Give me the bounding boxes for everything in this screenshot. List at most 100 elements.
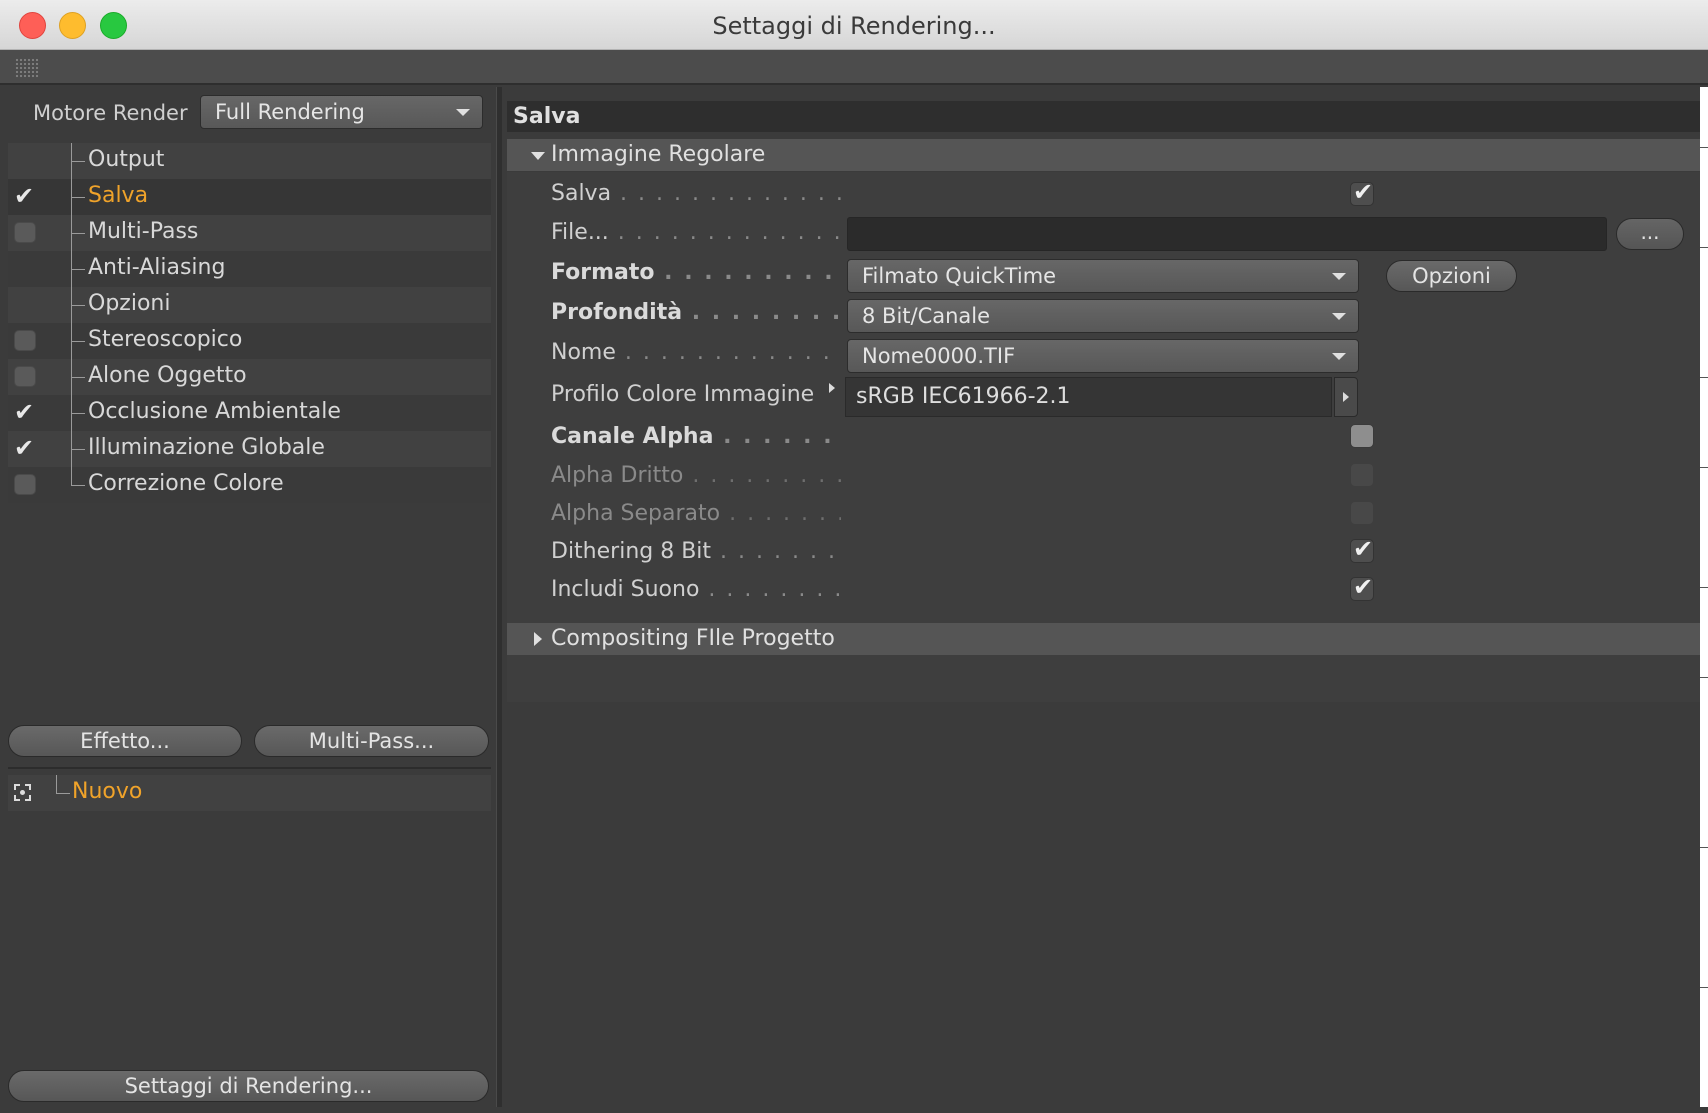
tree-item-salva[interactable]: ✔ Salva xyxy=(8,179,491,215)
expand-arrow-icon[interactable] xyxy=(829,383,835,393)
canale-alpha-checkbox[interactable] xyxy=(1350,424,1374,448)
includi-suono-checkbox[interactable]: ✔ xyxy=(1350,573,1374,601)
divider xyxy=(8,767,491,769)
dithering-checkbox[interactable]: ✔ xyxy=(1350,535,1374,563)
settings-tree: Output ✔ Salva Multi-Pass Anti-Aliasing Opzio… xyxy=(8,143,491,503)
prop-salva: Salva . . . . . . . . . . . . . . . . . … xyxy=(551,177,1651,213)
formato-options-button[interactable]: Opzioni xyxy=(1386,260,1517,292)
render-settings-button[interactable]: Settaggi di Rendering... xyxy=(8,1070,489,1102)
nome-dropdown[interactable]: Nome0000.TIF xyxy=(847,339,1359,373)
alpha-dritto-checkbox[interactable] xyxy=(1350,463,1374,487)
tree-connector xyxy=(71,377,85,378)
right-panel: Salva Immagine Regolare Salva . . . . . … xyxy=(502,87,1708,1107)
prop-label-wrap: Canale Alpha . . . . . . . . . . . . xyxy=(551,424,841,452)
group-header-compositing[interactable]: Compositing FIle Progetto xyxy=(507,623,1705,655)
render-settings-item-nuovo[interactable]: Nuovo xyxy=(8,775,491,811)
tree-item-label: Alone Oggetto xyxy=(88,363,247,388)
render-settings-item-label: Nuovo xyxy=(72,779,143,804)
tree-connector xyxy=(71,341,85,342)
tree-connector xyxy=(71,413,85,414)
tree-item-label: Illuminazione Globale xyxy=(88,435,325,460)
prop-label-wrap: Nome . . . . . . . . . . . . . . . . . .… xyxy=(551,340,841,368)
group-title: Immagine Regolare xyxy=(551,142,766,167)
dot-leader: . . . . . . . . . . . . . . xyxy=(692,463,841,488)
section-title: Salva xyxy=(513,104,581,129)
tree-connector xyxy=(56,775,57,793)
prop-label-wrap: Dithering 8 Bit . . . . . . . . . . . . xyxy=(551,539,841,567)
tree-item-checkbox[interactable] xyxy=(14,474,38,496)
tree-item-checkbox[interactable]: ✔ xyxy=(14,398,38,426)
prop-label-salva: Salva xyxy=(551,181,612,206)
window-title: Settaggi di Rendering... xyxy=(712,12,996,40)
tree-item-checkbox[interactable]: ✔ xyxy=(14,434,38,462)
prop-label-alpha-dritto: Alpha Dritto xyxy=(551,463,684,488)
checkbox-slot xyxy=(14,294,38,316)
prop-label-profondita: Profondità xyxy=(551,300,683,325)
tree-item-anti-aliasing[interactable]: Anti-Aliasing xyxy=(8,251,491,287)
tree-item-label: Correzione Colore xyxy=(88,471,284,496)
checkbox-box xyxy=(14,330,36,351)
tree-item-multi-pass[interactable]: Multi-Pass xyxy=(8,215,491,251)
nome-value: Nome0000.TIF xyxy=(862,344,1016,368)
formato-dropdown[interactable]: Filmato QuickTime xyxy=(847,259,1359,293)
tree-item-stereoscopico[interactable]: Stereoscopico xyxy=(8,323,491,359)
tree-connector xyxy=(71,467,72,486)
checkbox-box xyxy=(14,474,36,495)
tree-item-output[interactable]: Output xyxy=(8,143,491,179)
tree-item-checkbox[interactable] xyxy=(14,366,38,388)
title-bar: Settaggi di Rendering... xyxy=(0,0,1708,50)
render-settings-window: Settaggi di Rendering... Motore Render F… xyxy=(0,0,1708,1113)
prop-label-wrap: Profilo Colore Immagine xyxy=(551,382,851,410)
prop-label-wrap: Alpha Separato . . . . . . . . . . . xyxy=(551,501,841,529)
prop-label-alpha-separato: Alpha Separato xyxy=(551,501,721,526)
file-path-input[interactable] xyxy=(847,217,1607,251)
tree-item-label: Multi-Pass xyxy=(88,219,199,244)
window-edge xyxy=(1700,87,1708,1107)
checkbox-slot xyxy=(14,150,38,172)
prop-label-file: File... xyxy=(551,220,609,245)
dot-leader: . . . . . . . . . . . . . . . . . . . . … xyxy=(617,220,841,245)
tree-item-label: Occlusione Ambientale xyxy=(88,399,341,424)
tree-item-checkbox[interactable]: ✔ xyxy=(14,182,38,210)
prop-canale-alpha: Canale Alpha . . . . . . . . . . . . xyxy=(551,420,1651,456)
color-profile-menu-button[interactable] xyxy=(1334,377,1358,417)
multipass-button[interactable]: Multi-Pass... xyxy=(254,725,489,757)
dot-leader: . . . . . . . . . . . . . . . . . xyxy=(691,300,841,325)
check-icon: ✔ xyxy=(14,398,35,426)
dot-leader: . . . . . . . . . . . . . . . . . . . . … xyxy=(620,181,841,206)
prop-label-profilo: Profilo Colore Immagine xyxy=(551,382,815,407)
tree-item-label: Salva xyxy=(88,183,149,208)
file-browse-button[interactable]: ... xyxy=(1616,218,1684,250)
profondita-dropdown[interactable]: 8 Bit/Canale xyxy=(847,299,1359,333)
salva-checkbox[interactable]: ✔ xyxy=(1350,178,1374,206)
alpha-separato-checkbox[interactable] xyxy=(1350,501,1374,525)
tree-item-checkbox[interactable] xyxy=(14,330,38,352)
tree-connector xyxy=(71,161,85,162)
tree-item-alone-oggetto[interactable]: Alone Oggetto xyxy=(8,359,491,395)
prop-alpha-dritto: Alpha Dritto . . . . . . . . . . . . . . xyxy=(551,459,1651,495)
tree-connector xyxy=(71,233,85,234)
group-header-immagine-regolare[interactable]: Immagine Regolare xyxy=(507,139,1705,171)
prop-dithering: Dithering 8 Bit . . . . . . . . . . . . … xyxy=(551,535,1651,571)
prop-label-wrap: Formato . . . . . . . . . . . . . . . . … xyxy=(551,260,841,288)
effect-button[interactable]: Effetto... xyxy=(8,725,242,757)
tree-item-opzioni[interactable]: Opzioni xyxy=(8,287,491,323)
tree-item-occlusione-ambientale[interactable]: ✔ Occlusione Ambientale xyxy=(8,395,491,431)
render-engine-dropdown[interactable]: Full Rendering xyxy=(200,95,483,129)
render-engine-value: Full Rendering xyxy=(215,100,365,124)
tree-item-illuminazione-globale[interactable]: ✔ Illuminazione Globale xyxy=(8,431,491,467)
prop-label-formato: Formato xyxy=(551,260,655,285)
check-icon: ✔ xyxy=(14,182,35,210)
tree-connector xyxy=(71,305,85,306)
tree-item-correzione-colore[interactable]: Correzione Colore xyxy=(8,467,491,503)
active-target-icon[interactable] xyxy=(14,784,31,801)
grip-icon[interactable] xyxy=(15,58,39,78)
tree-item-label: Anti-Aliasing xyxy=(88,255,226,280)
prop-label-wrap: Salva . . . . . . . . . . . . . . . . . … xyxy=(551,181,841,209)
color-profile-field[interactable]: sRGB IEC61966-2.1 xyxy=(845,377,1332,417)
dot-leader: . . . . . . . . . . . xyxy=(729,501,841,526)
tree-item-checkbox[interactable] xyxy=(14,222,38,244)
left-panel: Motore Render Full Rendering Output ✔ Salv… xyxy=(0,87,496,1107)
tree-item-label: Opzioni xyxy=(88,291,171,316)
render-engine-label: Motore Render xyxy=(33,101,188,125)
